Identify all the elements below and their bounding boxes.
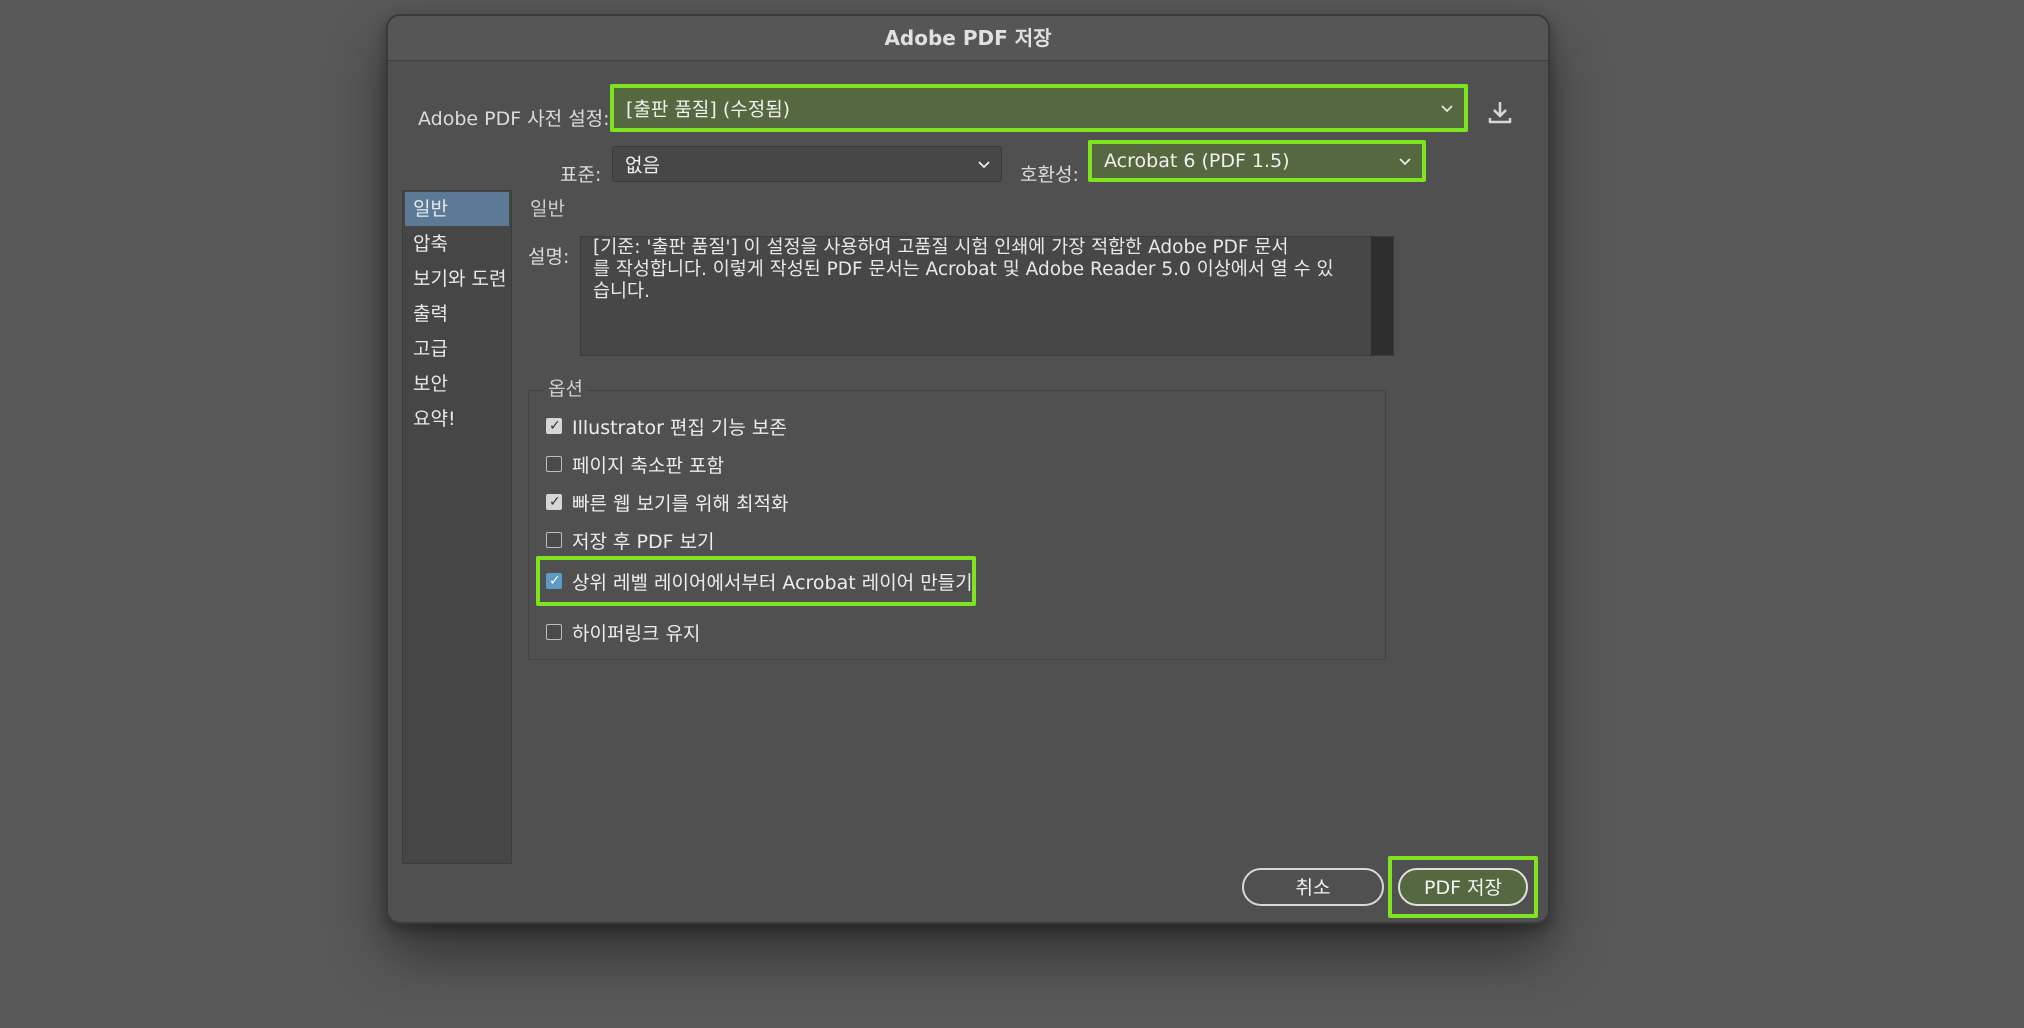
compatibility-value: Acrobat 6 (PDF 1.5): [1104, 150, 1290, 172]
save-pdf-button[interactable]: PDF 저장: [1398, 868, 1528, 906]
standard-value: 없음: [625, 154, 660, 177]
description-text: [기준: '출판 품질'] 이 설정을 사용하여 고품질 시험 인쇄에 가장 적…: [593, 237, 1363, 303]
option-label: 상위 레벨 레이어에서부터 Acrobat 레이어 만들기: [572, 571, 973, 594]
option-label: 하이퍼링크 유지: [572, 622, 701, 645]
option-preserve-hyperlinks[interactable]: 하이퍼링크 유지: [546, 618, 700, 646]
option-fast-web-view[interactable]: ✓ 빠른 웹 보기를 위해 최적화: [546, 488, 788, 516]
chevron-down-icon: [977, 153, 991, 175]
standard-dropdown[interactable]: 없음: [612, 146, 1002, 182]
option-view-after-saving[interactable]: 저장 후 PDF 보기: [546, 526, 715, 554]
option-label: Illustrator 편집 기능 보존: [572, 416, 787, 439]
description-line: 습니다.: [593, 281, 650, 302]
chevron-down-icon: [1440, 97, 1454, 119]
sidebar-item-compression[interactable]: 압축: [405, 227, 509, 261]
chevron-down-icon: [1398, 150, 1412, 172]
compatibility-label: 호환성:: [1020, 164, 1079, 186]
preset-value: [출판 품질] (수정됨): [626, 98, 791, 121]
description-line: [기준: '출판 품질'] 이 설정을 사용하여 고품질 시험 인쇄에 가장 적…: [593, 237, 1289, 258]
preset-label: Adobe PDF 사전 설정:: [418, 108, 610, 130]
option-label: 빠른 웹 보기를 위해 최적화: [572, 492, 789, 515]
checkbox[interactable]: ✓: [546, 494, 562, 510]
option-page-thumbnails[interactable]: 페이지 축소판 포함: [546, 450, 724, 478]
sidebar-item-security[interactable]: 보안: [405, 367, 509, 401]
preset-dropdown[interactable]: [출판 품질] (수정됨): [610, 84, 1468, 132]
sidebar-item-marks-bleeds[interactable]: 보기와 도련: [405, 262, 509, 296]
cancel-button[interactable]: 취소: [1242, 868, 1384, 906]
sidebar-item-output[interactable]: 출력: [405, 297, 509, 331]
checkbox[interactable]: [546, 532, 562, 548]
option-label: 저장 후 PDF 보기: [572, 530, 715, 553]
standard-label: 표준:: [560, 164, 602, 186]
sidebar-item-advanced[interactable]: 고급: [405, 332, 509, 366]
category-sidebar: 일반 압축 보기와 도련 출력 고급 보안 요약!: [402, 190, 512, 864]
option-preserve-editing[interactable]: ✓ Illustrator 편집 기능 보존: [546, 412, 787, 440]
checkbox[interactable]: [546, 456, 562, 472]
sidebar-item-general[interactable]: 일반: [405, 192, 509, 226]
checkbox[interactable]: ✓: [546, 418, 562, 434]
option-label: 페이지 축소판 포함: [572, 454, 724, 477]
section-title: 일반: [530, 198, 565, 220]
options-title: 옵션: [544, 374, 587, 401]
description-line: 를 작성합니다. 이렇게 작성된 PDF 문서는 Acrobat 및 Adobe…: [593, 259, 1334, 280]
description-label: 설명:: [528, 246, 570, 268]
download-preset-icon[interactable]: [1484, 96, 1516, 128]
sidebar-item-summary[interactable]: 요약!: [405, 402, 509, 436]
checkbox[interactable]: [546, 624, 562, 640]
save-pdf-dialog: Adobe PDF 저장 Adobe PDF 사전 설정: [출판 품질] (수…: [386, 14, 1550, 924]
description-box: [기준: '출판 품질'] 이 설정을 사용하여 고품질 시험 인쇄에 가장 적…: [580, 236, 1394, 356]
compatibility-dropdown[interactable]: Acrobat 6 (PDF 1.5): [1088, 140, 1426, 182]
option-create-acrobat-layers[interactable]: ✓ 상위 레벨 레이어에서부터 Acrobat 레이어 만들기: [546, 567, 973, 595]
checkbox[interactable]: ✓: [546, 573, 562, 589]
description-scrollbar[interactable]: [1371, 237, 1393, 355]
dialog-title: Adobe PDF 저장: [388, 16, 1548, 61]
